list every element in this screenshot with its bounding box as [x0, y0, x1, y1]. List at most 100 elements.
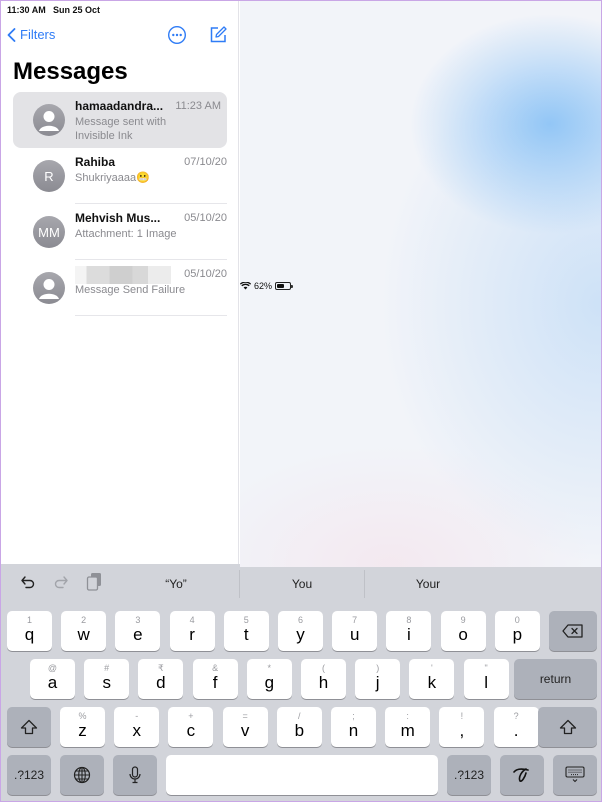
filters-back-button[interactable]: Filters — [7, 27, 55, 42]
key-m[interactable]: :m — [385, 707, 431, 747]
conversation-row[interactable]: MM Mehvish Mus... 05/10/20 Attachment: 1… — [13, 204, 227, 260]
key-secondary-char: ( — [322, 663, 325, 673]
nav-bar: Filters — [1, 23, 239, 49]
shift-key-left[interactable] — [7, 707, 51, 747]
key-h[interactable]: (h — [301, 659, 346, 699]
space-bar[interactable] — [166, 755, 438, 795]
delete-icon — [549, 611, 597, 651]
handwriting-icon — [500, 755, 544, 795]
key-o[interactable]: 9o — [440, 611, 486, 651]
suggestion-1[interactable]: “Yo” — [131, 577, 221, 591]
conversation-preview: Attachment: 1 Image — [75, 228, 177, 240]
avatar — [33, 272, 65, 304]
conversation-time: 11:23 AM — [175, 100, 221, 112]
key-primary-char: d — [156, 673, 166, 692]
key-secondary-char: * — [267, 663, 272, 673]
key-primary-char: l — [484, 673, 488, 692]
key-z[interactable]: % z — [60, 707, 105, 747]
dismiss-keyboard-key[interactable] — [553, 755, 597, 795]
key-primary-char: e — [133, 625, 143, 644]
key-u[interactable]: 7u — [332, 611, 378, 651]
conversation-row[interactable]: hamaadandra... 11:23 AM Message sent wit… — [13, 92, 227, 148]
wifi-icon — [240, 281, 251, 289]
key-secondary-char: ) — [376, 663, 380, 673]
key-secondary-char: ! — [460, 711, 464, 721]
key-j[interactable]: ) j — [355, 659, 401, 699]
handwriting-key[interactable] — [500, 755, 544, 795]
key-p[interactable]: 0p — [494, 611, 540, 651]
conversation-preview: Message Send Failure — [75, 284, 186, 296]
key-primary-char: p — [512, 625, 523, 644]
key-primary-char: b — [294, 721, 305, 740]
globe-icon — [60, 755, 104, 795]
dictation-key[interactable] — [113, 755, 157, 795]
key-l[interactable]: " l — [463, 659, 509, 699]
key-n[interactable]: ; n — [331, 707, 376, 747]
key-a[interactable]: @ a — [30, 659, 75, 699]
key-primary-char: , — [459, 721, 465, 740]
key-primary-char: i — [407, 625, 411, 644]
redo-button[interactable] — [53, 574, 69, 595]
globe-key[interactable] — [60, 755, 104, 795]
battery-fill — [277, 283, 285, 288]
key-secondary-char: 7 — [352, 615, 358, 625]
status-bar: 11:30 AM Sun 25 Oct 62% — [1, 1, 601, 567]
conversation-row[interactable]: R Rahiba 07/10/20 Shukriyaaaa😬 — [13, 148, 227, 204]
numbers-key-left[interactable]: .?123 — [7, 755, 51, 795]
key-secondary-char: 3 — [135, 615, 141, 625]
person-icon — [39, 111, 59, 131]
key-,[interactable]: !, — [439, 707, 485, 747]
conversation-row[interactable]: 05/10/20 Message Send Failure — [13, 260, 227, 316]
numbers-key-right[interactable]: .?123 — [447, 755, 491, 795]
status-right: 62% — [240, 4, 601, 567]
compose-icon — [210, 26, 227, 43]
key-b[interactable]: / b — [276, 707, 322, 747]
more-options-button[interactable] — [167, 25, 187, 45]
key-secondary-char: # — [104, 663, 110, 673]
compose-button[interactable] — [208, 25, 228, 45]
key-primary-char: w — [77, 625, 90, 644]
avatar — [33, 104, 65, 136]
key-secondary-char: @ — [47, 663, 58, 673]
key-f[interactable]: & f — [192, 659, 238, 699]
key-.[interactable]: ?. — [493, 707, 539, 747]
key-primary-char: . — [513, 721, 519, 740]
suggestion-2[interactable]: You — [257, 577, 347, 591]
key-primary-char: a — [47, 673, 58, 692]
key-primary-char: k — [427, 673, 437, 692]
keyboard-dismiss-icon — [553, 755, 597, 795]
key-k[interactable]: ' k — [409, 659, 455, 699]
paste-button[interactable] — [86, 572, 102, 597]
key-v[interactable]: = v — [222, 707, 268, 747]
key-i[interactable]: 8i — [386, 611, 432, 651]
key-primary-char: c — [186, 721, 196, 740]
key-w[interactable]: 2w — [61, 611, 107, 651]
return-key[interactable]: return — [514, 659, 597, 699]
key-x[interactable]: -x — [114, 707, 160, 747]
avatar: R — [33, 160, 65, 192]
key-q[interactable]: 1q — [7, 611, 52, 651]
key-r[interactable]: 4r — [169, 611, 215, 651]
status-time: 11:30 AM — [7, 5, 46, 15]
key-g[interactable]: * g — [246, 659, 292, 699]
delete-key[interactable] — [549, 611, 597, 651]
clipboard-icon — [86, 573, 101, 591]
key-y[interactable]: 6y — [278, 611, 323, 651]
on-screen-keyboard: “Yo” You Your 1 q 2 w 3 e 4 r 5 t 6 y 7 u 8 i 9 o 0 p @ a # s ₹ d… — [1, 564, 601, 801]
key-secondary-char: 9 — [460, 615, 466, 625]
key-d[interactable]: ₹ d — [138, 659, 184, 699]
shift-key-right[interactable] — [538, 707, 597, 747]
key-c[interactable]: + c — [168, 707, 214, 747]
conversation-list-pane: Filters Messages hamaadandra... 11:23 AM… — [1, 1, 239, 564]
undo-button[interactable] — [20, 574, 36, 595]
numbers-label: .?123 — [453, 768, 485, 782]
chevron-left-icon — [7, 27, 16, 42]
key-t[interactable]: 5t — [223, 611, 269, 651]
key-primary-char: f — [212, 673, 218, 692]
key-s[interactable]: # s — [84, 659, 130, 699]
suggestion-3[interactable]: Your — [383, 577, 473, 591]
key-e[interactable]: 3e — [115, 611, 161, 651]
key-secondary-char: % — [78, 711, 87, 721]
ellipsis-circle-icon — [167, 25, 187, 45]
key-secondary-char: 6 — [297, 615, 303, 625]
